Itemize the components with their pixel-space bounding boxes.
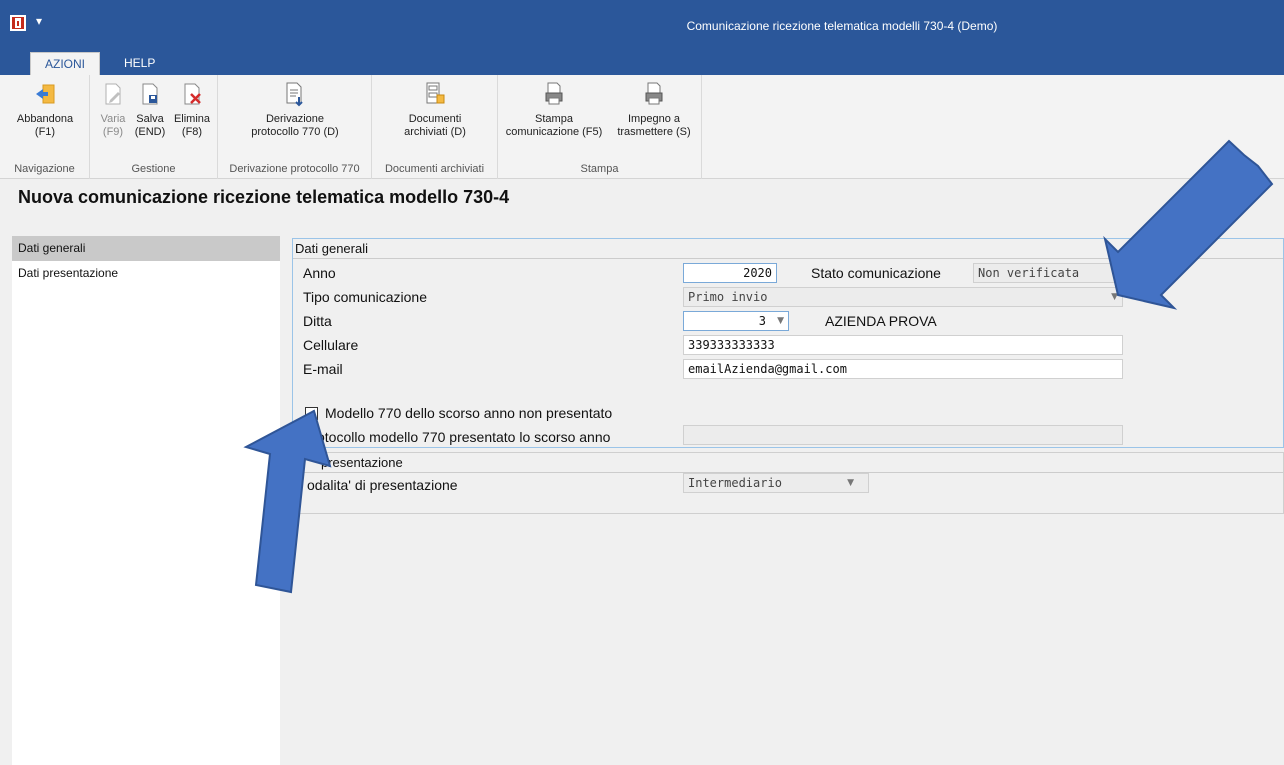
tab-azioni[interactable]: AZIONI	[30, 52, 101, 75]
email-field[interactable]: emailAzienda@gmail.com	[683, 359, 1123, 379]
edit-page-icon	[105, 83, 121, 105]
salva-button[interactable]: Salva (END)	[132, 81, 168, 139]
content-panel: Dati generali Anno 2020 Stato comunicazi…	[292, 236, 1284, 765]
nav-item-dati-presentazione[interactable]: Dati presentazione	[12, 261, 280, 286]
ribbon-group-documenti: Documenti archiviati (D) Documenti archi…	[372, 75, 498, 179]
abbandona-shortcut: (F1)	[34, 126, 56, 138]
left-navigation: Dati generali Dati presentazione	[12, 236, 280, 765]
group-label-stampa: Stampa	[580, 163, 619, 175]
ditta-label: Ditta	[303, 313, 332, 329]
modalita-presentazione-select[interactable]: Intermediario ▼	[683, 473, 869, 493]
ribbon-group-navigazione: Abbandona (F1) Navigazione	[0, 75, 90, 179]
documenti-archiviati-button[interactable]: Documenti archiviati (D)	[380, 81, 490, 139]
stampa-label: Stampa	[535, 113, 573, 125]
title-bar: ▾ Comunicazione ricezione telematica mod…	[0, 0, 1284, 48]
modello770-label: Modello 770 dello scorso anno non presen…	[325, 405, 613, 421]
ditta-name: AZIENDA PROVA	[825, 313, 937, 329]
archive-documents-icon	[426, 82, 445, 104]
varia-button[interactable]: Varia (F9)	[98, 81, 128, 139]
document-download-icon	[286, 82, 303, 107]
save-disk-icon	[142, 83, 158, 105]
salva-shortcut: (END)	[134, 126, 166, 138]
salva-label: Salva	[136, 113, 164, 125]
chevron-down-icon[interactable]: ▼	[1111, 288, 1118, 306]
stampa-comunicazione-button[interactable]: Stampa comunicazione (F5)	[502, 81, 606, 139]
documenti-label: Documenti	[408, 113, 462, 125]
documenti-label-2: archiviati (D)	[404, 126, 466, 138]
ribbon: Abbandona (F1) Navigazione Varia (F9) Sa…	[0, 75, 1284, 179]
tipo-comunicazione-select[interactable]: Primo invio ▼	[683, 287, 1123, 307]
abbandona-button[interactable]: Abbandona (F1)	[6, 81, 84, 139]
elimina-label: Elimina	[173, 113, 211, 125]
varia-label: Varia	[100, 113, 126, 125]
nav-item-dati-generali[interactable]: Dati generali	[12, 236, 280, 261]
anno-field[interactable]: 2020	[683, 263, 777, 283]
group-label-navigazione: Navigazione	[14, 163, 75, 175]
modalita-presentazione-label: odalita' di presentazione	[307, 477, 458, 493]
print-document-icon	[545, 82, 563, 105]
derivazione-label-2: protocollo 770 (D)	[251, 126, 339, 138]
section-header-dati-generali: Dati generali	[293, 239, 1283, 259]
ribbon-tabs: AZIONI HELP	[0, 48, 1284, 75]
elimina-button[interactable]: Elimina (F8)	[172, 81, 212, 139]
impegno-trasmettere-button[interactable]: Impegno a trasmettere (S)	[610, 81, 698, 139]
impegno-label-2: trasmettere (S)	[617, 126, 691, 138]
stampa-label-2: comunicazione (F5)	[505, 126, 603, 138]
chevron-down-icon[interactable]: ▼	[777, 312, 784, 330]
derivazione-label: Derivazione	[265, 113, 325, 125]
group-label-documenti: Documenti archiviati	[384, 163, 485, 175]
cellulare-field[interactable]: 339333333333	[683, 335, 1123, 355]
group-label-gestione: Gestione	[131, 163, 176, 175]
delete-page-icon	[184, 83, 201, 105]
ditta-select[interactable]: 3 ▼	[683, 311, 789, 331]
tab-help[interactable]: HELP	[110, 52, 169, 75]
protocollo-field	[683, 425, 1123, 445]
section-dati-generali: Dati generali Anno 2020 Stato comunicazi…	[292, 238, 1284, 448]
section-dati-presentazione: presentazione odalita' di presentazione …	[292, 452, 1284, 514]
modello770-checkbox[interactable]: ✓	[305, 407, 318, 420]
page-title: Nuova comunicazione ricezione telematica…	[18, 187, 510, 207]
tipo-comunicazione-value: Primo invio	[688, 290, 768, 304]
section-header-dati-presentazione: presentazione	[293, 453, 1283, 473]
protocollo-label: Protocollo modello 770 presentato lo sco…	[303, 429, 611, 445]
stato-comunicazione-label: Stato comunicazione	[811, 265, 941, 281]
print-commitment-icon	[645, 82, 663, 105]
abbandona-label: Abbandona	[16, 113, 74, 125]
elimina-shortcut: (F8)	[181, 126, 203, 138]
exit-door-icon	[36, 84, 55, 104]
derivazione-protocollo-button[interactable]: Derivazione protocollo 770 (D)	[230, 81, 360, 139]
anno-label: Anno	[303, 265, 336, 281]
ribbon-group-stampa: Stampa comunicazione (F5) Impegno a tras…	[498, 75, 702, 179]
ribbon-group-derivazione: Derivazione protocollo 770 (D) Derivazio…	[218, 75, 372, 179]
cellulare-label: Cellulare	[303, 337, 359, 353]
ditta-value: 3	[758, 314, 766, 328]
impegno-label: Impegno a	[628, 113, 680, 125]
varia-shortcut: (F9)	[102, 126, 124, 138]
tipo-comunicazione-label: Tipo comunicazione	[303, 289, 427, 305]
stato-comunicazione-field: Non verificata	[973, 263, 1123, 283]
window-title: Comunicazione ricezione telematica model…	[686, 19, 998, 33]
email-label: E-mail	[303, 361, 343, 377]
modalita-presentazione-value: Intermediario	[688, 476, 782, 490]
group-label-derivazione: Derivazione protocollo 770	[229, 163, 360, 175]
chevron-down-icon[interactable]: ▼	[847, 474, 854, 492]
ribbon-group-gestione: Varia (F9) Salva (END) Elimina (F8) Gest…	[90, 75, 218, 179]
